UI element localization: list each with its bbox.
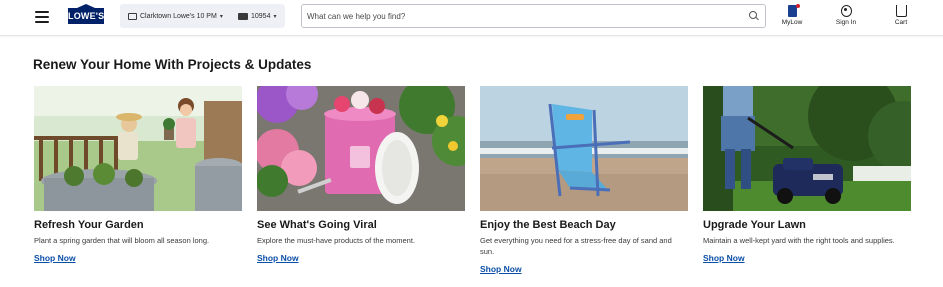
shop-now-link[interactable]: Shop Now	[703, 253, 745, 263]
search-icon[interactable]	[749, 11, 759, 21]
shop-now-link[interactable]: Shop Now	[257, 253, 299, 263]
mylowes-label: MyLow	[781, 19, 803, 26]
user-icon	[840, 5, 852, 17]
search-bar	[301, 4, 766, 28]
delivery-zip: 10954	[251, 12, 271, 20]
section-title: Renew Your Home With Projects & Updates	[33, 57, 312, 72]
lowes-logo[interactable]: LOWE'S	[68, 4, 104, 24]
store-selector: Clarktown Lowe's 10 PM ▾ 10954 ▾	[120, 4, 285, 28]
garden-image[interactable]	[34, 86, 242, 211]
card-title: Enjoy the Best Beach Day	[480, 219, 616, 231]
card-description: Maintain a well-kept yard with the right…	[703, 236, 895, 245]
lawn-mower-image[interactable]	[703, 86, 911, 211]
cart-icon	[895, 5, 907, 17]
mylowes-button[interactable]: MyLow	[777, 4, 807, 26]
viral-bucket-image[interactable]	[257, 86, 465, 211]
site-header: LOWE'S Clarktown Lowe's 10 PM ▾ 10954 ▾ …	[0, 0, 943, 36]
chevron-down-icon: ▾	[273, 13, 277, 20]
store-button[interactable]: Clarktown Lowe's 10 PM ▾	[128, 10, 223, 22]
delivery-zip-button[interactable]: 10954 ▾	[238, 10, 276, 22]
sign-in-button[interactable]: Sign In	[831, 5, 861, 26]
card-description: Explore the must-have products of the mo…	[257, 236, 415, 245]
sign-in-label: Sign In	[835, 19, 857, 26]
card-title: Upgrade Your Lawn	[703, 219, 806, 231]
search-input[interactable]	[307, 8, 737, 24]
card-description: Plant a spring garden that will bloom al…	[34, 236, 210, 245]
shop-now-link[interactable]: Shop Now	[34, 253, 76, 263]
beach-chair-image[interactable]	[480, 86, 688, 211]
cart-label: Cart	[894, 19, 908, 26]
menu-icon[interactable]	[35, 11, 49, 23]
promo-card-viral: See What's Going Viral Explore the must-…	[257, 86, 465, 266]
promo-card-garden: Refresh Your Garden Plant a spring garde…	[34, 86, 242, 266]
store-label: Clarktown Lowe's 10 PM	[140, 12, 217, 20]
card-title: See What's Going Viral	[257, 219, 377, 231]
promo-card-beach: Enjoy the Best Beach Day Get everything …	[480, 86, 688, 277]
truck-icon	[238, 12, 248, 20]
cart-button[interactable]: Cart	[886, 5, 916, 26]
card-title: Refresh Your Garden	[34, 219, 144, 231]
store-icon	[128, 12, 137, 20]
card-description: Get everything you need for a stress-fre…	[480, 236, 672, 256]
chevron-down-icon: ▾	[219, 13, 223, 20]
mylowes-icon	[787, 4, 800, 17]
shop-now-link[interactable]: Shop Now	[480, 264, 522, 274]
promo-card-lawn: Upgrade Your Lawn Maintain a well-kept y…	[703, 86, 911, 266]
